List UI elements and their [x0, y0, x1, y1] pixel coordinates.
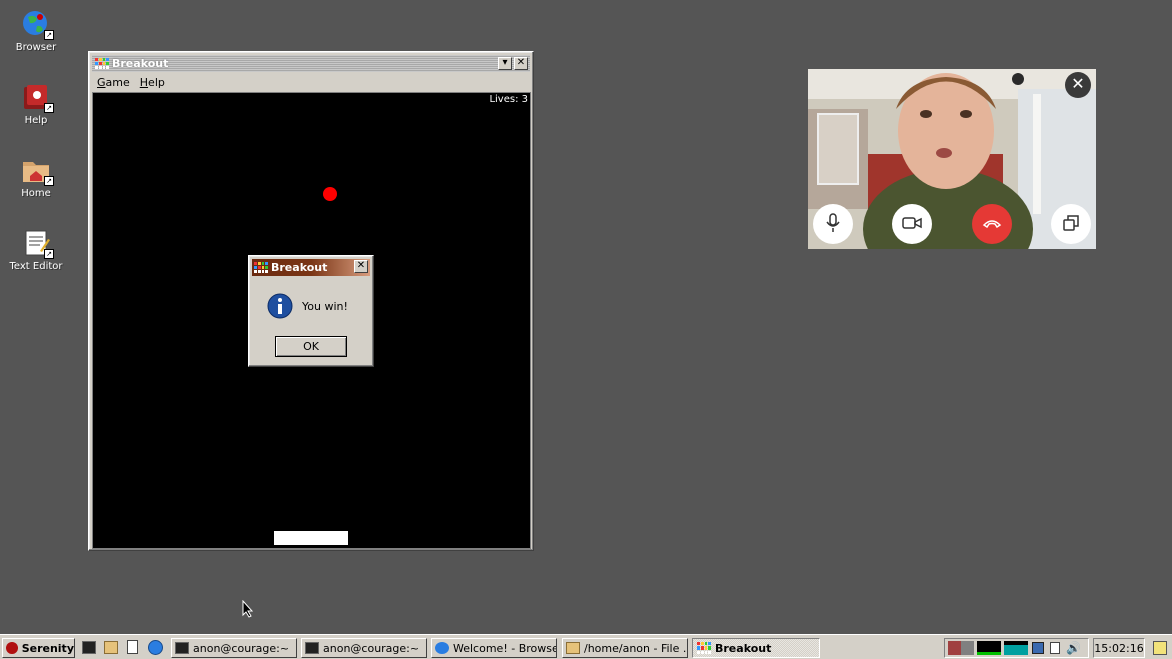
quick-launch-browser[interactable]	[148, 640, 163, 655]
menubar: Game Help	[92, 73, 530, 91]
close-call-button[interactable]: ✕	[1065, 72, 1091, 98]
network-graph-icon[interactable]	[1004, 641, 1028, 655]
desktop-icon-label: Help	[24, 115, 48, 126]
serenity-logo-icon	[6, 642, 18, 654]
menu-game[interactable]: Game	[92, 76, 135, 89]
task-label: Breakout	[715, 641, 772, 655]
breakout-app-icon	[254, 261, 268, 274]
desktop-icon-label: Text Editor	[9, 261, 63, 272]
paddle	[274, 531, 348, 545]
desktop-icon-browser[interactable]: ↗ Browser	[0, 8, 72, 53]
task-button-file-manager[interactable]: /home/anon - File ...	[562, 638, 688, 658]
pop-out-icon	[1062, 214, 1080, 235]
close-icon: ✕	[356, 260, 366, 271]
dialog-title: Breakout	[271, 261, 328, 274]
desktop-icon-home[interactable]: ↗ Home	[0, 154, 72, 199]
lives-counter: Lives: 3	[489, 94, 528, 105]
task-button-browser[interactable]: Welcome! - Browser	[431, 638, 557, 658]
microphone-icon	[824, 212, 842, 236]
win-dialog: Breakout ✕ You win! OK	[248, 255, 374, 367]
task-label: Welcome! - Browser	[453, 641, 557, 655]
close-button[interactable]: ✕	[514, 57, 528, 70]
clipboard-icon[interactable]	[1050, 642, 1060, 654]
ok-button[interactable]: OK	[275, 336, 347, 357]
memory-graph-icon[interactable]	[977, 641, 1001, 655]
info-icon	[267, 293, 293, 319]
hang-up-button[interactable]	[972, 204, 1012, 244]
minimize-icon: ▾	[502, 57, 508, 68]
mouse-cursor-icon	[242, 599, 254, 621]
camera-toggle-button[interactable]	[892, 204, 932, 244]
camera-icon	[902, 216, 922, 233]
breakout-titlebar[interactable]: Breakout ▾ ✕	[92, 55, 530, 72]
menu-help[interactable]: Help	[135, 76, 170, 89]
quick-launch-file-manager[interactable]	[104, 641, 118, 654]
cpu-graph-icon[interactable]	[948, 641, 974, 655]
window-title: Breakout	[112, 57, 169, 70]
hang-up-icon	[982, 218, 1002, 231]
close-icon: ✕	[516, 57, 526, 68]
network-icon[interactable]	[1032, 642, 1044, 654]
pop-out-button[interactable]	[1051, 204, 1091, 244]
close-icon: ✕	[1071, 74, 1085, 93]
quick-launch-text-editor[interactable]	[127, 640, 138, 654]
task-label: anon@courage:~	[193, 641, 290, 655]
system-tray: 🔊	[944, 638, 1089, 658]
taskbar: Serenity anon@courage:~ anon@courage:~ W…	[0, 634, 1172, 659]
desktop-icon-label: Home	[21, 188, 51, 199]
dialog-titlebar[interactable]: Breakout ✕	[252, 259, 370, 276]
dialog-close-button[interactable]: ✕	[354, 260, 368, 273]
help-book-icon: ↗	[20, 81, 54, 113]
desktop-icon-label: Browser	[15, 42, 57, 53]
volume-icon[interactable]: 🔊	[1066, 641, 1081, 655]
quick-launch-terminal[interactable]	[82, 641, 96, 654]
notifications-icon[interactable]	[1153, 641, 1167, 655]
folder-icon	[566, 642, 580, 654]
task-button-breakout[interactable]: Breakout	[692, 638, 820, 658]
browser-icon	[435, 642, 449, 654]
task-label: anon@courage:~	[323, 641, 420, 655]
globe-icon: ↗	[20, 8, 54, 40]
video-call-overlay[interactable]: ✕	[808, 69, 1096, 249]
start-label: Serenity	[21, 641, 74, 655]
text-editor-icon: ↗	[20, 227, 54, 259]
terminal-icon	[175, 642, 189, 654]
start-button[interactable]: Serenity	[2, 638, 75, 658]
home-folder-icon: ↗	[20, 154, 54, 186]
task-button-terminal-1[interactable]: anon@courage:~	[171, 638, 297, 658]
task-button-terminal-2[interactable]: anon@courage:~	[301, 638, 427, 658]
ball	[323, 187, 337, 201]
task-label: /home/anon - File ...	[584, 641, 688, 655]
desktop-icon-text-editor[interactable]: ↗ Text Editor	[0, 227, 72, 272]
terminal-icon	[305, 642, 319, 654]
clock-time: 15:02:16	[1094, 641, 1144, 655]
breakout-app-icon	[95, 57, 109, 70]
desktop-icon-help[interactable]: ↗ Help	[0, 81, 72, 126]
clock[interactable]: 15:02:16	[1093, 638, 1145, 658]
minimize-button[interactable]: ▾	[498, 57, 512, 70]
mute-button[interactable]	[813, 204, 853, 244]
breakout-icon	[697, 642, 711, 654]
dialog-message: You win!	[302, 300, 348, 313]
